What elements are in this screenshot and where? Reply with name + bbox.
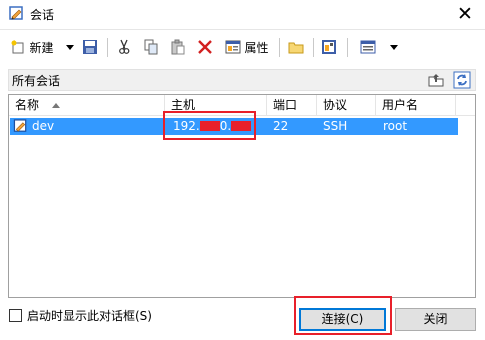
cut-button[interactable] (114, 36, 134, 58)
session-name: dev (32, 119, 55, 133)
sessions-app-icon (9, 6, 23, 20)
new-session-dropdown[interactable] (63, 36, 77, 58)
dropdown-arrow-icon (66, 44, 74, 50)
new-session-label: 新建 (29, 40, 54, 55)
toolbar-separator (347, 38, 348, 57)
paste-button[interactable] (168, 36, 188, 58)
toolbar-separator (313, 38, 314, 57)
delete-button[interactable] (195, 36, 215, 58)
image-icon (322, 40, 336, 54)
folder-icon (288, 42, 304, 54)
properties-icon (225, 40, 241, 54)
close-window-button[interactable]: ✕ (455, 3, 475, 25)
session-path-bar: 所有会话 (8, 69, 476, 91)
new-folder-button[interactable] (286, 36, 306, 58)
session-username: root (383, 119, 408, 133)
save-icon (83, 40, 97, 54)
host-highlight-box (163, 111, 256, 140)
sort-ascending-icon (52, 103, 60, 108)
show-at-startup-label: 启动时显示此对话框(S) (27, 309, 152, 323)
session-path: 所有会话 (12, 74, 61, 88)
session-image-button[interactable] (319, 36, 339, 58)
refresh-icon[interactable] (453, 71, 471, 89)
session-icon (13, 119, 27, 132)
connect-button[interactable]: 连接(C) (299, 308, 386, 331)
column-header-port[interactable]: 端口 (267, 95, 317, 116)
new-session-button[interactable]: 新建 (7, 36, 57, 58)
window-title: 会话 (30, 8, 55, 22)
toolbar-separator (107, 38, 108, 57)
toolbar-separator (279, 38, 280, 57)
column-header-name[interactable]: 名称 (9, 95, 165, 116)
dropdown-arrow-icon (390, 44, 398, 50)
save-button[interactable] (80, 36, 100, 58)
properties-label: 属性 (244, 40, 269, 55)
go-up-folder-icon[interactable] (427, 71, 445, 89)
checkbox-box[interactable] (9, 309, 22, 322)
close-button[interactable]: 关闭 (395, 308, 476, 331)
session-port: 22 (273, 119, 289, 133)
toolbar: 新建 属性 (0, 31, 485, 65)
cut-icon (119, 39, 130, 54)
show-at-startup-checkbox[interactable]: 启动时显示此对话框(S) (9, 308, 152, 323)
title-bar: 会话 ✕ (0, 0, 485, 30)
new-session-icon (11, 40, 24, 54)
copy-icon (144, 39, 158, 55)
delete-icon (198, 40, 212, 54)
view-icon (360, 40, 376, 54)
view-menu-button[interactable] (355, 36, 403, 58)
session-protocol: SSH (323, 119, 348, 133)
column-header-username[interactable]: 用户名 (376, 95, 456, 116)
properties-button[interactable]: 属性 (222, 36, 272, 58)
column-header-protocol[interactable]: 协议 (317, 95, 376, 116)
copy-button[interactable] (141, 36, 161, 58)
paste-icon (171, 39, 185, 55)
